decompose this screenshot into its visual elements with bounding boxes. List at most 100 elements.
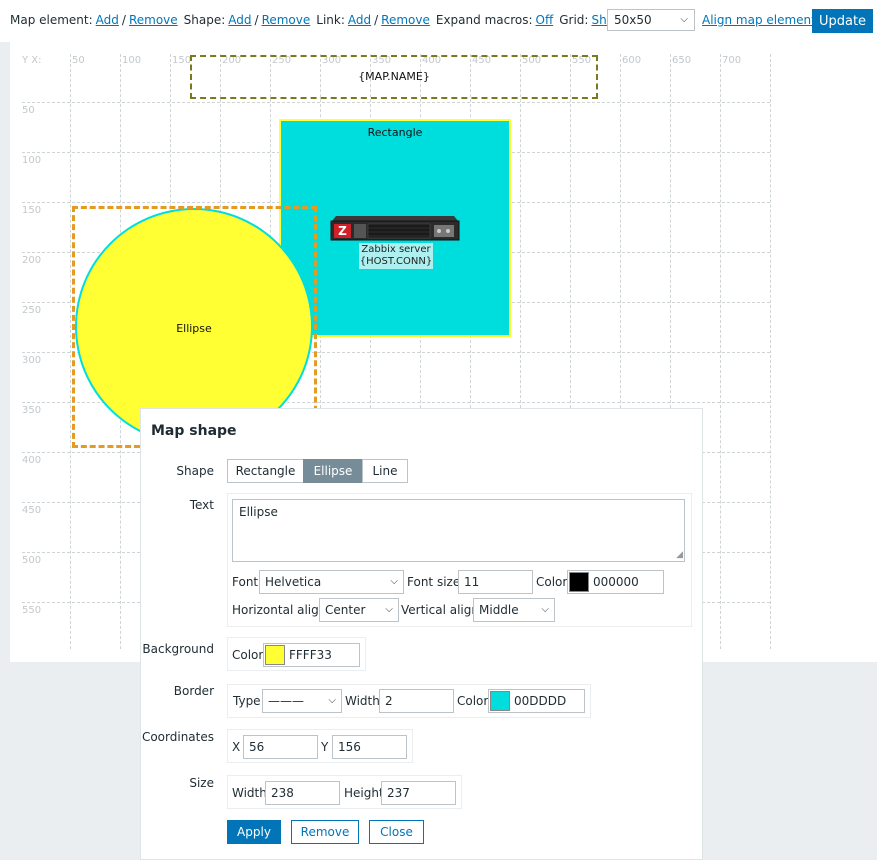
vertical-align-label: Vertical align	[401, 603, 479, 617]
link-remove-link[interactable]: Remove	[381, 13, 430, 27]
grid-y-tick-label: 500	[22, 555, 42, 566]
remove-button[interactable]: Remove	[291, 820, 359, 844]
font-size-input[interactable]: 11	[458, 570, 533, 594]
font-color-swatch[interactable]	[569, 572, 589, 592]
shape-option-rectangle[interactable]: Rectangle	[227, 459, 304, 483]
font-select[interactable]: Helvetica ⌵	[259, 570, 404, 594]
server-icon[interactable]: Z	[330, 213, 460, 243]
horizontal-align-select[interactable]: Center ⌵	[319, 598, 399, 622]
size-width-input[interactable]: 238	[265, 781, 340, 805]
text-value: Ellipse	[239, 505, 278, 519]
grid-line-vertical	[770, 54, 771, 649]
horizontal-align-label: Horizontal align	[232, 603, 327, 617]
shape-option-ellipse[interactable]: Ellipse	[303, 459, 363, 483]
shape-field-label: Shape	[176, 464, 214, 478]
link-add-link[interactable]: Add	[348, 13, 371, 27]
vertical-align-value: Middle	[479, 603, 519, 617]
border-width-input[interactable]: 2	[379, 689, 454, 713]
background-color-label: Color	[232, 648, 264, 662]
font-label: Font	[232, 575, 259, 589]
text-textarea[interactable]: Ellipse ◢	[232, 499, 685, 562]
expand-macros-label: Expand macros:	[435, 13, 533, 27]
grid-y-tick-label: 450	[22, 505, 42, 516]
vertical-align-select[interactable]: Middle ⌵	[473, 598, 555, 622]
grid-x-tick-label: 650	[672, 55, 692, 66]
host-label: Zabbix server {HOST.CONN}	[359, 243, 433, 269]
grid-y-tick-label: 100	[22, 155, 42, 166]
grid-y-tick-label: 400	[22, 455, 42, 466]
map-name-label-element[interactable]: {MAP.NAME}	[190, 55, 598, 99]
resize-handle-icon[interactable]: ◢	[676, 551, 683, 560]
shape-label: Shape:	[183, 13, 226, 27]
border-color-label: Color	[457, 694, 489, 708]
grid-y-tick-label: 200	[22, 255, 42, 266]
horizontal-align-value: Center	[325, 603, 366, 617]
grid-x-tick-label: 600	[622, 55, 642, 66]
shape-remove-link[interactable]: Remove	[262, 13, 311, 27]
chevron-down-icon: ⌵	[680, 14, 688, 25]
chevron-down-icon: ⌵	[541, 604, 549, 615]
grid-size-value: 50x50	[614, 13, 652, 27]
font-color-label: Color	[536, 575, 568, 589]
rectangle-shape-label: Rectangle	[367, 126, 423, 139]
size-width-label: Width	[232, 786, 267, 800]
panel-title: Map shape	[151, 423, 237, 439]
coordinates-field-label: Coordinates	[141, 730, 214, 744]
update-button[interactable]: Update	[812, 9, 873, 33]
font-value: Helvetica	[265, 575, 322, 589]
border-color-swatch[interactable]	[490, 691, 510, 711]
grid-x-tick-label: 150	[172, 55, 192, 66]
border-field-label: Border	[173, 684, 214, 698]
border-type-label: Type	[233, 694, 261, 708]
map-element-remove-link[interactable]: Remove	[129, 13, 178, 27]
background-color-swatch[interactable]	[265, 645, 285, 665]
y-coordinate-input[interactable]: 156	[332, 735, 407, 759]
grid-axis-label: Y X:	[22, 55, 42, 66]
link-label: Link:	[316, 13, 345, 27]
grid-y-tick-label: 250	[22, 305, 42, 316]
x-coordinate-input[interactable]: 56	[243, 735, 318, 759]
grid-y-tick-label: 300	[22, 355, 42, 366]
shape-add-link[interactable]: Add	[228, 13, 251, 27]
grid-y-tick-label: 50	[22, 105, 35, 116]
map-name-text: {MAP.NAME}	[358, 70, 430, 83]
chevron-down-icon: ⌵	[385, 604, 393, 615]
chevron-down-icon: ⌵	[328, 695, 336, 706]
grid-x-tick-label: 50	[72, 55, 85, 66]
align-map-elements-link[interactable]: Align map elements	[702, 13, 822, 27]
border-width-label: Width	[345, 694, 380, 708]
close-button[interactable]: Close	[369, 820, 424, 844]
separator: /	[374, 13, 379, 27]
map-toolbar: Map element: Add / Remove Shape: Add / Remove Li…	[0, 0, 877, 42]
shape-option-line[interactable]: Line	[362, 459, 408, 483]
border-type-select[interactable]: ——— ⌵	[262, 689, 342, 713]
x-coordinate-label: X	[232, 740, 241, 754]
border-type-value: ———	[268, 694, 304, 708]
grid-y-tick-label: 150	[22, 205, 42, 216]
y-coordinate-label: Y	[321, 740, 329, 754]
grid-label: Grid:	[559, 13, 589, 27]
grid-y-tick-label: 350	[22, 405, 42, 416]
svg-text:Z: Z	[338, 224, 347, 238]
toolbar-row: Map element: Add / Remove Shape: Add / Remove Li…	[10, 13, 659, 27]
separator: /	[121, 13, 126, 27]
size-height-label: Height	[344, 786, 384, 800]
host-name-text: Zabbix server	[361, 244, 431, 255]
grid-x-tick-label: 700	[722, 55, 742, 66]
map-shape-panel: Map shape Shape Rectangle Ellipse Line T…	[140, 408, 703, 860]
map-element-add-link[interactable]: Add	[96, 13, 119, 27]
map-element-label: Map element:	[10, 13, 93, 27]
grid-x-tick-label: 100	[122, 55, 142, 66]
expand-macros-toggle[interactable]: Off	[536, 13, 554, 27]
grid-y-tick-label: 550	[22, 605, 42, 616]
background-field-label: Background	[142, 642, 214, 656]
size-field-label: Size	[189, 776, 214, 790]
apply-button[interactable]: Apply	[227, 820, 281, 844]
text-field-label: Text	[189, 498, 214, 512]
grid-size-select[interactable]: 50x50 ⌵	[607, 9, 695, 31]
size-height-input[interactable]: 237	[381, 781, 456, 805]
host-conn-text: {HOST.CONN}	[359, 256, 433, 267]
grid-line-horizontal	[22, 102, 770, 103]
separator: /	[254, 13, 259, 27]
font-size-label: Font size	[407, 575, 461, 589]
